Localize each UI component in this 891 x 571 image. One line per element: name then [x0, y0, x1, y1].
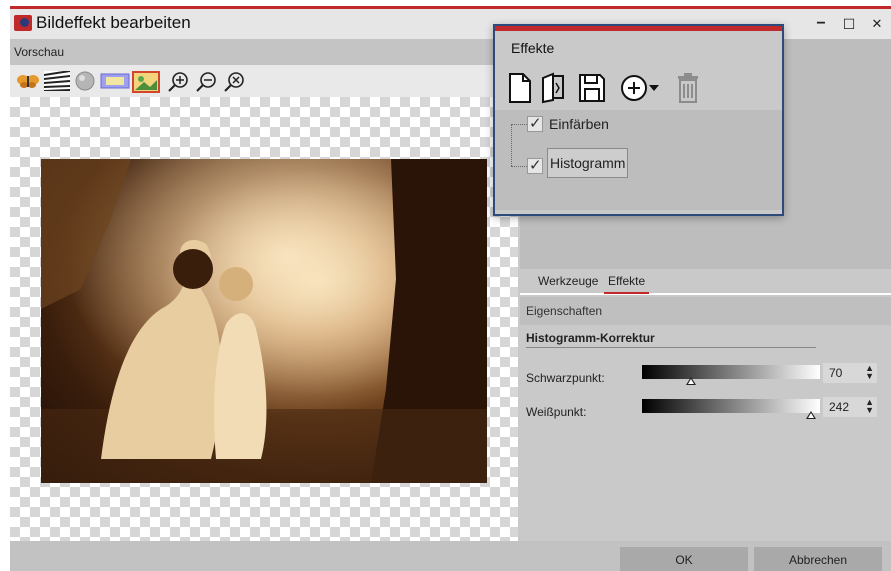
effect-item-histogramm[interactable]: Histogramm: [547, 148, 629, 178]
section-divider: [526, 347, 816, 348]
schwarzpunkt-spinner-icon[interactable]: ▲ ▼: [865, 364, 874, 381]
properties-header: Eigenschaften: [520, 297, 891, 325]
preview-photo: [41, 159, 487, 483]
preview-header: Vorschau: [10, 39, 518, 65]
app-icon: [14, 15, 32, 31]
minimize-button[interactable]: −: [807, 13, 835, 35]
weisspunkt-value: 242: [829, 400, 850, 414]
maximize-button[interactable]: ☐: [835, 13, 863, 35]
butterfly-icon[interactable]: [16, 73, 40, 89]
tab-werkzeuge[interactable]: Werkzeuge: [534, 274, 602, 292]
window-title: Bildeffekt bearbeiten: [36, 13, 191, 32]
sphere-icon[interactable]: [74, 71, 96, 91]
weisspunkt-input[interactable]: 242 ▲ ▼: [823, 397, 877, 417]
effects-popup: Effekte Einfärben Histogramm: [493, 24, 784, 216]
zebra-icon[interactable]: [43, 70, 71, 92]
close-button[interactable]: ✕: [863, 13, 891, 35]
preview-canvas[interactable]: [10, 97, 518, 541]
weisspunkt-slider-handle[interactable]: [805, 411, 816, 419]
schwarzpunkt-value: 70: [829, 366, 843, 380]
open-file-icon[interactable]: [539, 72, 569, 104]
histogramm-checkbox[interactable]: [527, 156, 543, 174]
effect-item-einfaerben[interactable]: Einfärben: [549, 116, 609, 132]
schwarzpunkt-slider-handle[interactable]: [685, 377, 696, 385]
save-icon[interactable]: [577, 72, 607, 104]
zoom-fit-icon[interactable]: [222, 71, 246, 92]
effects-tree: Einfärben Histogramm: [495, 110, 782, 210]
weisspunkt-slider[interactable]: [642, 399, 820, 413]
schwarzpunkt-input[interactable]: 70 ▲ ▼: [823, 363, 877, 383]
schwarzpunkt-slider[interactable]: [642, 365, 820, 379]
popup-title: Effekte: [511, 40, 555, 56]
add-dropdown-icon[interactable]: [619, 72, 665, 104]
cancel-button[interactable]: Abbrechen: [754, 547, 882, 571]
ok-button[interactable]: OK: [620, 547, 748, 571]
delete-icon[interactable]: [673, 72, 703, 104]
weisspunkt-label: Weißpunkt:: [526, 405, 587, 419]
tree-connector: [511, 166, 527, 167]
tree-connector: [511, 124, 527, 125]
new-file-icon[interactable]: [505, 72, 535, 104]
dialog-footer: OK Abbrechen: [10, 541, 891, 571]
weisspunkt-spinner-icon[interactable]: ▲ ▼: [865, 398, 874, 415]
tab-effekte[interactable]: Effekte: [604, 274, 650, 294]
zoom-out-icon[interactable]: [194, 71, 218, 92]
section-title: Histogramm-Korrektur: [526, 331, 655, 345]
popup-accent-bar: [495, 26, 782, 31]
panel-tabs: Werkzeuge Effekte: [520, 269, 891, 295]
zoom-in-icon[interactable]: [166, 71, 190, 92]
preview-toolbar: [10, 65, 518, 97]
tree-connector: [511, 124, 512, 166]
einfaerben-checkbox[interactable]: [527, 114, 543, 132]
schwarzpunkt-label: Schwarzpunkt:: [526, 371, 605, 385]
photo-icon[interactable]: [132, 71, 160, 93]
frame-icon[interactable]: [100, 71, 130, 91]
popup-toolbar: [495, 66, 782, 112]
